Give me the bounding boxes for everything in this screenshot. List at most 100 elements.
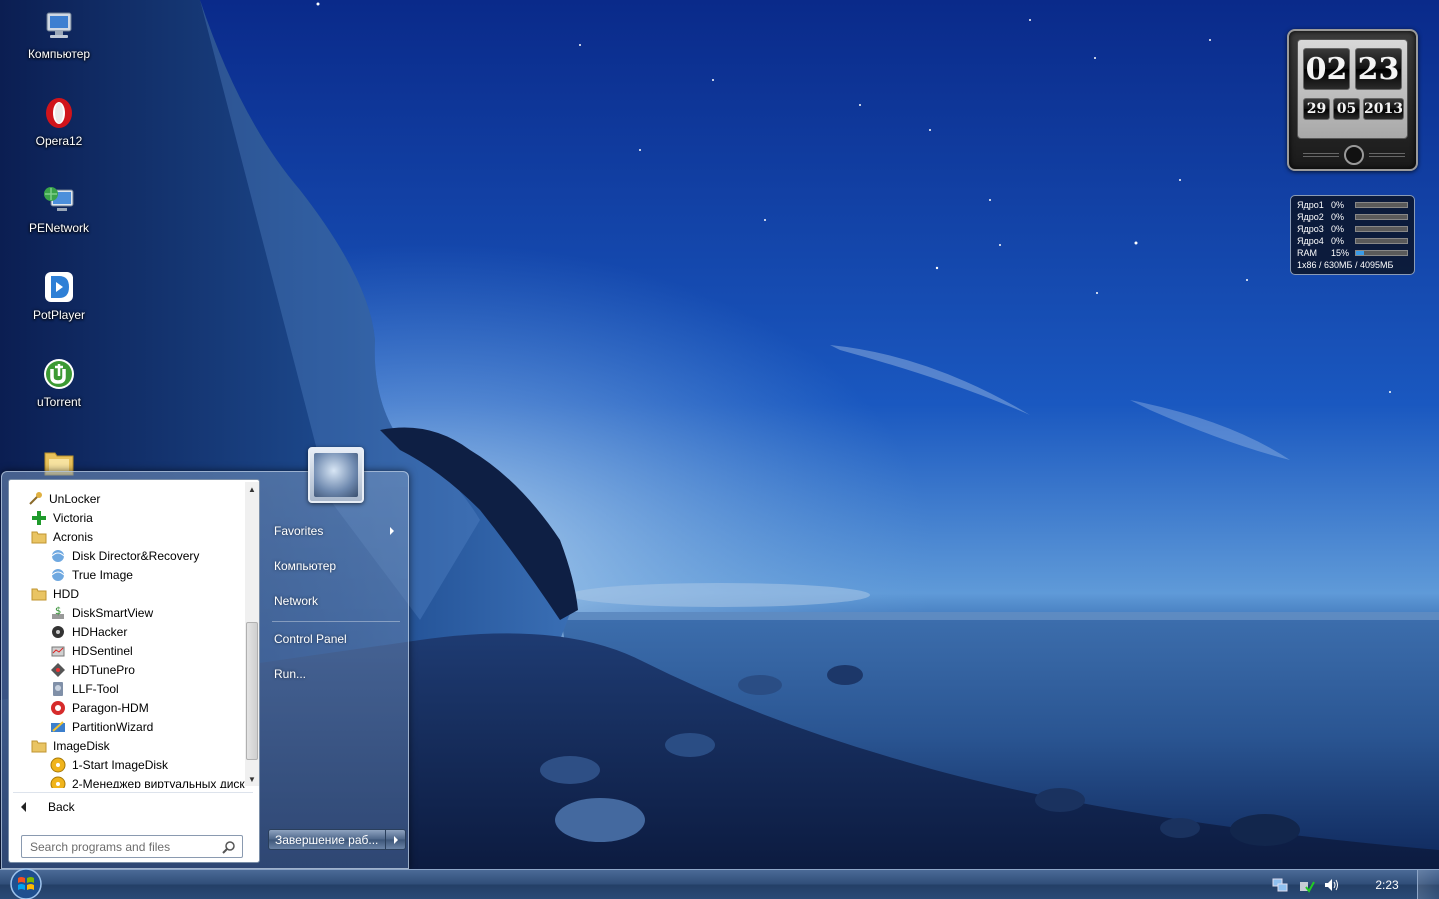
cpu-row-name: Ядро1 [1297,200,1324,210]
menu-item-control-panel[interactable]: Control Panel [268,625,404,653]
shutdown-options-button[interactable] [386,829,406,850]
cpu-usage-bar [1355,238,1408,244]
opera-icon [46,98,72,128]
desktop-icon-label: Opera12 [35,134,83,148]
program-label: ImageDisk [53,738,110,753]
start-menu-right-pane: Favorites Компьютер Network Control Pane… [264,447,410,870]
volume-icon[interactable] [1323,876,1341,894]
menu-item-network[interactable]: Network [268,587,404,615]
program-item-unlocker[interactable]: UnLocker [27,489,100,508]
desktop-icon-potplayer[interactable]: PotPlayer [14,265,104,345]
program-item-true-image[interactable]: True Image [50,565,133,584]
cpu-meter-gadget[interactable]: Ядро1 0% Ядро2 0% Ядро3 0% Ядро4 0% RAM … [1290,195,1415,275]
program-label: Acronis [53,529,94,544]
divider [13,792,253,793]
start-menu: UnLocker Victoria Acronis Disk Director&… [1,447,410,870]
program-item-disksmartview[interactable]: $ DiskSmartView [50,603,153,622]
desktop-icon-computer[interactable]: Компьютер [14,4,104,84]
cpu-row: Ядро3 0% [1297,223,1408,235]
scroll-up-icon[interactable]: ▲ [245,482,259,496]
clock-hours: 02 [1303,48,1350,90]
menu-item-computer[interactable]: Компьютер [268,552,404,580]
safe-remove-hardware-icon[interactable] [1297,876,1315,894]
program-folder-acronis[interactable]: Acronis [31,527,93,546]
desktop-icon-utorrent[interactable]: uTorrent [14,352,104,432]
cpu-row-name: Ядро2 [1297,212,1324,222]
scrollbar-thumb[interactable] [246,622,258,760]
program-item-hdtunepro[interactable]: HDTunePro [50,660,135,679]
programs-pane: UnLocker Victoria Acronis Disk Director&… [8,479,260,863]
taskbar-clock[interactable]: 2:23 [1367,878,1407,892]
program-label: True Image [72,567,133,582]
all-programs-list: UnLocker Victoria Acronis Disk Director&… [9,480,245,788]
clock-day: 29 [1303,98,1330,120]
hdtune-icon [51,662,65,677]
program-item-disk-director[interactable]: Disk Director&Recovery [50,546,199,565]
clock-grill [1369,153,1405,157]
program-item-virtual-disk-manager[interactable]: 2-Менеджер виртуальных дисков [50,774,245,788]
program-label: Victoria [53,510,93,525]
start-orb-button[interactable] [6,868,44,899]
taskbar: 2:23 [0,868,1439,899]
back-button[interactable]: Back [17,797,75,817]
program-label: PartitionWizard [72,719,154,734]
clock-month: 05 [1333,98,1360,120]
search-placeholder: Search programs and files [30,839,171,854]
system-tray: 2:23 [1263,876,1407,894]
program-item-hdhacker[interactable]: HDHacker [50,622,127,641]
disksmartview-icon: $ [52,606,64,619]
user-avatar[interactable] [308,447,364,503]
cpu-row-percent: 0% [1331,212,1345,222]
program-item-hdsentinel[interactable]: HDSentinel [50,641,133,660]
menu-item-run[interactable]: Run... [268,660,404,688]
program-label: 1-Start ImageDisk [72,757,169,772]
desktop-icon-penetwork[interactable]: PENetwork [14,178,104,258]
cpu-row-name: Ядро3 [1297,224,1324,234]
folder-icon [31,740,47,752]
program-label: HDD [53,586,79,601]
potplayer-icon [45,272,73,302]
folder-icon [31,588,47,600]
imagedisk-icon [50,757,66,772]
desktop-icon-opera[interactable]: Opera12 [14,91,104,171]
search-input[interactable]: Search programs and files [21,835,243,858]
clock-gadget[interactable]: 02 23 29 05 2013 [1287,29,1418,171]
program-label: 2-Менеджер виртуальных дисков [72,776,245,789]
acronis-icon [51,568,65,581]
svg-text:$: $ [55,606,61,617]
menu-item-label: Favorites [274,524,324,538]
program-folder-imagedisk[interactable]: ImageDisk [31,736,110,755]
program-item-paragon-hdm[interactable]: Paragon-HDM [50,698,149,717]
submenu-arrow-icon [390,527,394,535]
ram-row-name: RAM [1297,248,1317,258]
scroll-down-icon[interactable]: ▼ [245,772,259,786]
show-desktop-button[interactable] [1417,870,1439,899]
imagedisk-icon [50,776,66,788]
program-item-start-imagedisk[interactable]: 1-Start ImageDisk [50,755,168,774]
memory-summary: 1x86 / 630МБ / 4095МБ [1297,260,1394,270]
network-tray-icon[interactable] [1271,876,1289,894]
cpu-row: Ядро1 0% [1297,199,1408,211]
paragon-icon [51,700,65,715]
cpu-row: Ядро4 0% [1297,235,1408,247]
program-label: LLF-Tool [72,681,119,696]
menu-item-favorites[interactable]: Favorites [268,517,404,545]
hdsentinel-icon [51,646,65,656]
menu-item-label: Network [274,594,319,608]
program-item-partitionwizard[interactable]: PartitionWizard [50,717,153,736]
llftool-icon [53,681,63,696]
program-label: DiskSmartView [72,605,154,620]
utorrent-icon [44,359,74,389]
desktop-icon-label: PotPlayer [32,308,86,322]
programs-scrollbar[interactable]: ▲ ▼ [245,482,259,786]
shutdown-button[interactable]: Завершение раб... [268,829,386,850]
program-folder-hdd[interactable]: HDD [31,584,79,603]
cpu-row-percent: 0% [1331,236,1345,246]
cpu-usage-bar [1355,214,1408,220]
ram-row: RAM 15% [1297,247,1408,259]
clock-face: 02 23 29 05 2013 [1297,39,1408,139]
program-item-llf-tool[interactable]: LLF-Tool [50,679,119,698]
unlocker-icon [29,491,42,505]
network-icon [44,187,74,211]
program-item-victoria[interactable]: Victoria [31,508,93,527]
